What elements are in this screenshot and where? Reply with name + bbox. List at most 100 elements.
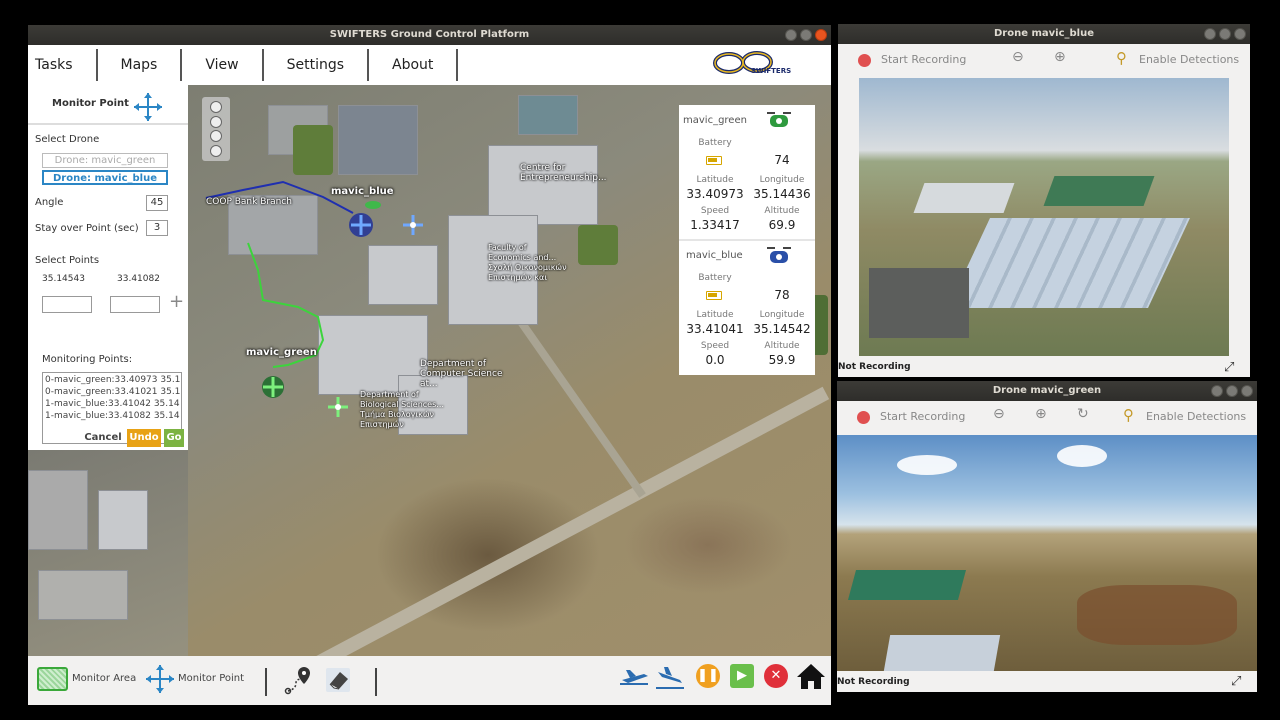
monitor-point-tool-icon[interactable] bbox=[145, 664, 175, 694]
video-parking bbox=[869, 268, 969, 338]
menu-maps[interactable]: Maps bbox=[98, 49, 183, 81]
monitor-area-icon[interactable] bbox=[37, 667, 68, 691]
list-item[interactable]: 1-mavic_blue:33.41042 35.14 bbox=[45, 398, 180, 410]
zoom-in-icon[interactable]: ⊕ bbox=[1054, 49, 1066, 65]
map-building bbox=[38, 570, 128, 620]
lat-label-green: Latitude bbox=[696, 175, 734, 185]
takeoff-icon[interactable] bbox=[618, 664, 650, 692]
list-item[interactable]: 1-mavic_blue:33.41082 35.14 bbox=[45, 410, 180, 422]
monitor-point-icon bbox=[134, 93, 162, 121]
enable-detections-button[interactable]: Enable Detections bbox=[1146, 410, 1246, 423]
logo-icon: SWIFTERS bbox=[712, 51, 791, 75]
go-button[interactable]: Go bbox=[164, 429, 184, 447]
monitor-point-tool-label[interactable]: Monitor Point bbox=[178, 673, 244, 684]
battery-label-blue: Battery bbox=[698, 273, 732, 283]
menu-view[interactable]: View bbox=[182, 49, 264, 81]
zoom-dot[interactable] bbox=[210, 115, 222, 128]
home-icon[interactable] bbox=[796, 662, 826, 690]
drone-icon-blue bbox=[767, 247, 791, 263]
video-cloud bbox=[897, 455, 957, 475]
detection-icon[interactable]: ⚲ bbox=[1116, 49, 1127, 67]
lon-input[interactable] bbox=[42, 296, 92, 313]
record-icon[interactable] bbox=[857, 411, 870, 424]
angle-label: Angle bbox=[35, 197, 64, 208]
angle-input[interactable]: 45 bbox=[146, 195, 168, 211]
map-building bbox=[28, 470, 88, 550]
route-pin-icon[interactable] bbox=[284, 665, 314, 695]
green-drone-marker bbox=[262, 376, 284, 398]
menu-about[interactable]: About bbox=[369, 49, 459, 81]
speed-label-green: Speed bbox=[700, 206, 730, 216]
landing-icon[interactable] bbox=[654, 664, 686, 692]
start-recording-button[interactable]: Start Recording bbox=[880, 410, 965, 423]
zoom-dot[interactable] bbox=[210, 101, 222, 114]
monitor-area-label[interactable]: Monitor Area bbox=[72, 673, 136, 684]
battery-value-blue: 78 bbox=[774, 288, 790, 302]
zoom-dot[interactable] bbox=[210, 130, 222, 143]
start-recording-button[interactable]: Start Recording bbox=[881, 53, 966, 66]
lon-label-green: Longitude bbox=[759, 175, 805, 185]
green-target-marker bbox=[328, 397, 348, 417]
play-button[interactable]: ▶ bbox=[730, 664, 754, 688]
stop-button[interactable]: ✕ bbox=[764, 664, 788, 688]
video-building bbox=[948, 218, 1190, 308]
pause-button[interactable]: ❚❚ bbox=[696, 664, 720, 688]
list-item[interactable]: 0-mavic_green:33.41021 35.1 bbox=[45, 386, 180, 398]
lat-value-blue: 33.41041 bbox=[686, 322, 744, 336]
map-zoom-control[interactable] bbox=[202, 97, 230, 161]
zoom-out-icon[interactable]: ⊖ bbox=[1012, 49, 1024, 65]
lat-label-blue: Latitude bbox=[696, 310, 734, 320]
speed-value-blue: 0.0 bbox=[705, 353, 725, 367]
expand-icon[interactable]: ⤢ bbox=[1224, 360, 1234, 375]
map-building bbox=[98, 490, 148, 550]
swifters-logo: SWIFTERS bbox=[676, 45, 831, 85]
logo-text: SWIFTERS bbox=[751, 67, 791, 75]
zoom-out-icon[interactable]: ⊖ bbox=[993, 406, 1005, 422]
map-label-economics: Faculty of Economics and... Σχολή Οικονο… bbox=[488, 243, 567, 282]
map-view-lower-left[interactable] bbox=[28, 450, 188, 656]
status-divider bbox=[679, 239, 815, 241]
video-cloud bbox=[1057, 445, 1107, 467]
minimize-button[interactable] bbox=[1204, 28, 1216, 40]
record-icon[interactable] bbox=[858, 54, 871, 67]
menu-settings[interactable]: Settings bbox=[264, 49, 370, 81]
expand-icon[interactable]: ⤢ bbox=[1231, 674, 1241, 689]
undo-button[interactable]: Undo bbox=[127, 429, 161, 447]
zoom-dot[interactable] bbox=[210, 144, 222, 157]
video-green-toolbar: Start Recording ⊖ ⊕ ↻ ⚲ Enable Detection… bbox=[837, 401, 1257, 434]
maximize-button[interactable] bbox=[1226, 385, 1238, 397]
video-feed-green bbox=[837, 435, 1257, 671]
maximize-button[interactable] bbox=[800, 29, 812, 41]
cancel-button[interactable]: Cancel bbox=[84, 429, 122, 447]
battery-icon-green bbox=[706, 156, 722, 165]
window-title: SWIFTERS Ground Control Platform bbox=[329, 29, 530, 40]
speed-label-blue: Speed bbox=[700, 341, 730, 351]
video-blue-toolbar: Start Recording ⊖ ⊕ ⚲ Enable Detections bbox=[838, 44, 1250, 77]
drone-option-green[interactable]: Drone: mavic_green bbox=[42, 153, 168, 168]
close-button[interactable] bbox=[815, 29, 827, 41]
maximize-button[interactable] bbox=[1219, 28, 1231, 40]
add-point-icon[interactable]: + bbox=[169, 291, 184, 312]
rotate-icon[interactable]: ↻ bbox=[1077, 406, 1089, 422]
video-green-title: Drone mavic_green bbox=[992, 385, 1102, 396]
enable-detections-button[interactable]: Enable Detections bbox=[1139, 53, 1239, 66]
alt-value-blue: 59.9 bbox=[768, 353, 796, 367]
menu-tasks[interactable]: Tasks bbox=[28, 49, 98, 81]
close-button[interactable] bbox=[1241, 385, 1253, 397]
drone-option-blue[interactable]: Drone: mavic_blue bbox=[42, 170, 168, 185]
stay-input[interactable]: 3 bbox=[146, 220, 168, 236]
video-blue-titlebar: Drone mavic_blue bbox=[838, 24, 1250, 44]
recording-status-green: Not Recording bbox=[837, 677, 910, 687]
map-drone-label-blue: mavic_blue bbox=[331, 186, 394, 197]
eraser-icon[interactable] bbox=[322, 664, 352, 694]
lon-value-green: 35.14436 bbox=[753, 187, 811, 201]
close-button[interactable] bbox=[1234, 28, 1246, 40]
minimize-button[interactable] bbox=[1211, 385, 1223, 397]
minimize-button[interactable] bbox=[785, 29, 797, 41]
battery-value-green: 74 bbox=[774, 153, 790, 167]
detection-icon[interactable]: ⚲ bbox=[1123, 406, 1134, 424]
lat-input[interactable] bbox=[110, 296, 160, 313]
zoom-in-icon[interactable]: ⊕ bbox=[1035, 406, 1047, 422]
menu-bar: Tasks Maps View Settings About bbox=[28, 45, 676, 85]
list-item[interactable]: 0-mavic_green:33.40973 35.1 bbox=[45, 374, 180, 386]
